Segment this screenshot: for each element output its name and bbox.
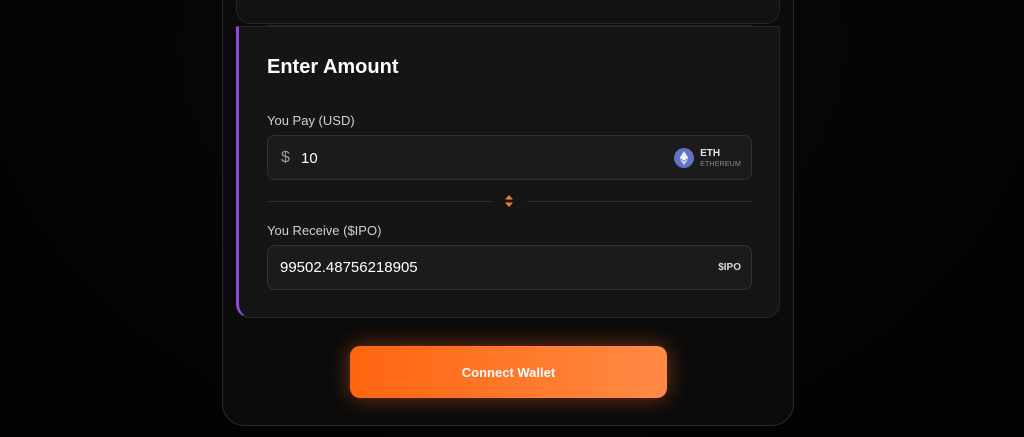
- you-receive-field: 99502.48756218905 $IPO: [267, 245, 752, 290]
- pay-token-symbol: ETH: [700, 147, 721, 159]
- pay-token-text: ETH ETHEREUM: [700, 147, 741, 168]
- previous-section-card: [236, 0, 780, 24]
- enter-amount-title: Enter Amount: [267, 56, 399, 78]
- page: Enter Amount You Pay (USD) $ ETH ETHEREU…: [0, 0, 1024, 437]
- receive-token-symbol: $IPO: [718, 262, 741, 273]
- currency-symbol: $: [281, 149, 290, 166]
- pay-token-selector[interactable]: ETH ETHEREUM: [674, 147, 741, 169]
- pay-amount-input[interactable]: [301, 147, 601, 169]
- swap-divider-left: [267, 201, 492, 202]
- you-pay-label: You Pay (USD): [267, 113, 355, 128]
- pay-token-name: ETHEREUM: [700, 160, 741, 168]
- you-receive-label: You Receive ($IPO): [267, 223, 382, 238]
- swap-arrows-icon[interactable]: [503, 193, 515, 209]
- ethereum-icon: [674, 148, 695, 168]
- connect-wallet-button[interactable]: Connect Wallet: [350, 346, 667, 398]
- receive-amount-value: 99502.48756218905: [280, 259, 418, 276]
- swap-divider-right: [527, 201, 752, 202]
- you-pay-field[interactable]: $ ETH ETHEREUM: [267, 135, 752, 180]
